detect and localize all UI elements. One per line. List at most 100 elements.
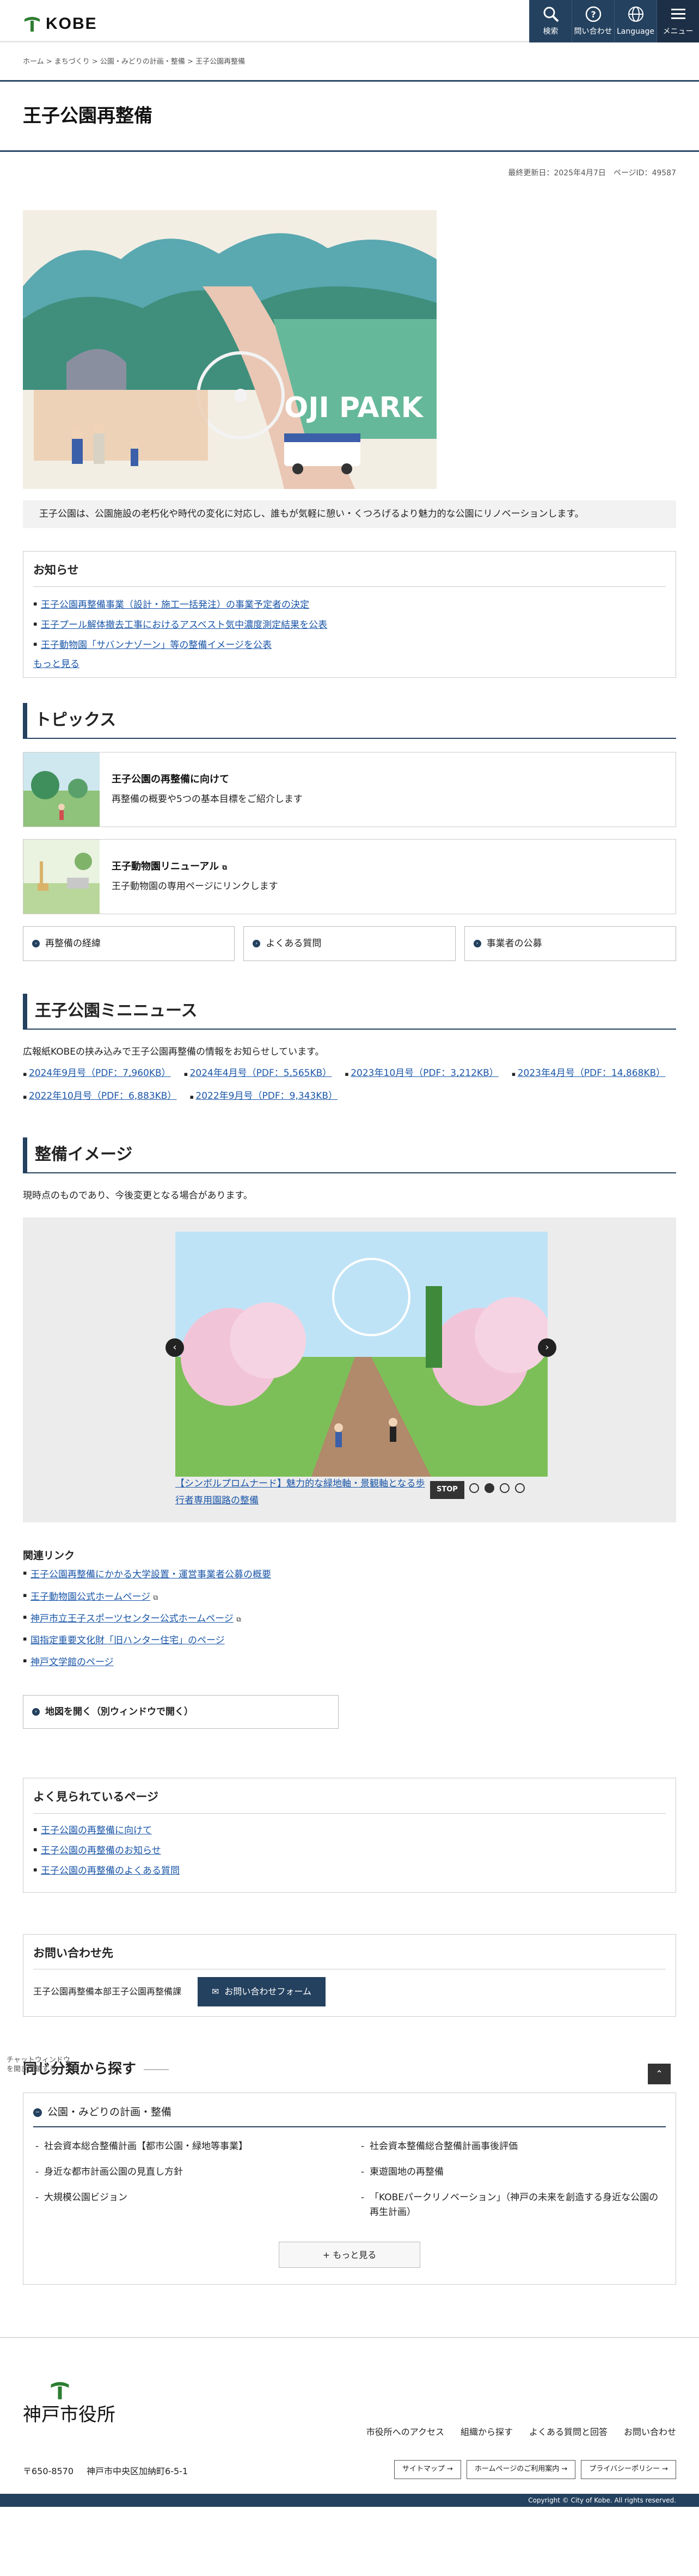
slider-prev-button[interactable]: ‹ (165, 1338, 184, 1357)
hero-caption: 王子公園は、公園施設の老朽化や時代の変化に対応し、誰もが気軽に憩い・くつろげるよ… (23, 500, 676, 528)
faq-label: よくある質問 (266, 938, 322, 949)
popular-heading: よく見られているページ (33, 1788, 666, 1814)
privacy-policy-button[interactable]: プライバシーポリシー → (581, 2460, 676, 2480)
popular-item: 王子公園の再整備のお知らせ (33, 1841, 666, 1862)
external-link-icon: ⧉ (222, 864, 227, 872)
search-icon (543, 7, 559, 22)
slider-dot[interactable] (500, 1483, 510, 1494)
hero-oji-park-text: OJI PARK (284, 391, 424, 424)
category-item[interactable]: 社会資本総合整備計画【都市公園・緑地等事業】 (33, 2134, 340, 2159)
menu-icon (671, 8, 685, 19)
related-link[interactable]: 王子公園再整備にかかる大学設置・運営事業者公募の概要 (30, 1569, 271, 1580)
slider-stop-button[interactable]: STOP (430, 1481, 464, 1499)
footer-nav-contact[interactable]: お問い合わせ (624, 2425, 676, 2439)
postal-code: 〒650-8570 (23, 2466, 74, 2477)
notice-more-link[interactable]: もっと見る (33, 657, 79, 672)
slide-caption[interactable]: 【シンボルプロムナード】魅力的な緑地軸・景観軸となる歩行者専用園路の整備 (175, 1476, 426, 1509)
pdf-link[interactable]: 2024年4月号（PDF：5,565KB） (190, 1068, 332, 1079)
notice-link[interactable]: 王子動物園「サバンナゾーン」等の整備イメージを公表 (41, 640, 272, 651)
footer-address: 〒650-8570 神戸市中央区加納町6-5-1 (23, 2464, 188, 2479)
history-button[interactable]: › 再整備の経緯 (23, 926, 235, 962)
inquiry-button[interactable]: ? 問い合わせ (572, 0, 614, 42)
image-slider: ‹ › 【シンボルプロムナード】魅力的な緑地軸・景観軸となる歩行者専用園路の整備… (23, 1217, 676, 1523)
minus-circle-icon: − (33, 2108, 42, 2117)
pdf-link-item: 2024年9月号（PDF：7,960KB） (23, 1066, 171, 1081)
search-label: 検索 (543, 27, 559, 36)
related-link[interactable]: 王子動物園公式ホームページ (30, 1592, 150, 1602)
usage-guide-button[interactable]: ホームページのご利用案内 → (466, 2460, 576, 2480)
pdf-link[interactable]: 2023年10月号（PDF：3,212KB） (351, 1068, 499, 1079)
notice-title: お知らせ (33, 561, 666, 587)
arrow-dot-icon: › (32, 1708, 40, 1716)
category-item[interactable]: 身近な都市計画公園の見直し方針 (33, 2159, 340, 2185)
footer-nav-faq[interactable]: よくある質問と回答 (529, 2425, 608, 2439)
category-item[interactable]: 東遊園地の再整備 (359, 2159, 666, 2185)
slider-next-button[interactable]: › (538, 1338, 556, 1357)
slide-image[interactable] (175, 1232, 548, 1477)
pdf-link[interactable]: 2022年10月号（PDF：6,883KB） (29, 1091, 177, 1102)
category-box: − 公園・みどりの計画・整備 社会資本総合整備計画【都市公園・緑地等事業】 社会… (23, 2092, 676, 2285)
topic-title: 王子公園の再整備に向けて (112, 774, 229, 786)
footer-logo[interactable]: 神戸市役所 (23, 2381, 115, 2430)
history-label: 再整備の経緯 (45, 938, 101, 949)
page-top-button[interactable]: ⌃ (648, 2064, 671, 2084)
search-button[interactable]: 検索 (529, 0, 572, 42)
pdf-link-item: 2023年10月号（PDF：3,212KB） (345, 1066, 499, 1081)
popular-link[interactable]: 王子公園の再整備のお知らせ (41, 1845, 161, 1856)
slider-dot[interactable] (515, 1483, 525, 1494)
menu-button[interactable]: メニュー (657, 0, 699, 42)
notice-link[interactable]: 王子公園再整備事業（設計・施工一括発注）の事業予定者の決定 (41, 599, 309, 610)
faq-button[interactable]: › よくある質問 (243, 926, 456, 962)
last-updated: 最終更新日：2025年4月7日 ページID：49587 (508, 169, 676, 178)
topic-desc: 王子動物園の専用ページにリンクします (112, 881, 278, 892)
category-item[interactable]: 社会資本整備総合整備計画事後評価 (359, 2134, 666, 2159)
category-head: − 公園・みどりの計画・整備 (33, 2104, 666, 2127)
topic-card-zoo[interactable]: 王子動物園リニューアル ⧉ 王子動物園の専用ページにリンクします (23, 839, 676, 915)
contact-heading: お問い合わせ先 (33, 1944, 666, 1970)
pdf-link[interactable]: 2024年9月号（PDF：7,960KB） (29, 1068, 171, 1079)
mini-news-text: 広報紙KOBEの挟み込みで王子公園再整備の情報をお知らせしています。 (23, 1047, 324, 1058)
pdf-link[interactable]: 2022年9月号（PDF：9,343KB） (195, 1091, 338, 1102)
contact-form-button[interactable]: ✉ お問い合わせフォーム (198, 1977, 326, 2006)
inquiry-label: 問い合わせ (574, 27, 612, 36)
related-item: 神戸市立王子スポーツセンター公式ホームページ ⧉ (23, 1608, 676, 1630)
arrow-dot-icon: › (32, 940, 40, 948)
topic-card-renewal[interactable]: 王子公園の再整備に向けて 再整備の概要や5つの基本目標をご紹介します (23, 752, 676, 828)
footer-buttons: サイトマップ → ホームページのご利用案内 → プライバシーポリシー → (394, 2460, 676, 2480)
category-more-button[interactable]: + もっと見る (279, 2242, 420, 2268)
pdf-link[interactable]: 2023年4月号（PDF：14,868KB） (518, 1068, 666, 1079)
notice-box: お知らせ 王子公園再整備事業（設計・施工一括発注）の事業予定者の決定 王子プール… (23, 550, 676, 678)
images-heading: 整備イメージ (23, 1137, 676, 1173)
footer-nav: 市役所へのアクセス 組織から探す よくある質問と回答 お問い合わせ (366, 2425, 676, 2439)
kobe-mark-icon (24, 17, 40, 32)
logo-text: KOBE (46, 15, 97, 33)
breadcrumb[interactable]: ホーム > まちづくり > 公園・みどりの計画・整備 > 王子公園再整備 (0, 42, 699, 82)
language-label: Language (616, 27, 655, 36)
contact-department: 王子公園再整備本部王子公園再整備課 (33, 1986, 182, 1997)
category-item[interactable]: 大規模公園ビジョン (33, 2185, 340, 2225)
address: 神戸市中央区加納町6-5-1 (87, 2466, 188, 2477)
kobe-logo[interactable]: KOBE (23, 11, 97, 37)
chat-toggle[interactable]: チャットウィンドウ を開き閉鎖する (7, 2056, 70, 2075)
contact-box: お問い合わせ先 王子公園再整備本部王子公園再整備課 ✉ お問い合わせフォーム (23, 1933, 676, 2017)
open-map-button[interactable]: › 地図を開く（別ウィンドウで開く） (23, 1695, 339, 1729)
same-category-heading: 同じ分類から探す (23, 2058, 676, 2081)
slider-dot-active[interactable] (485, 1483, 494, 1494)
related-link[interactable]: 国指定重要文化財「旧ハンター住宅」のページ (30, 1635, 225, 1646)
page-title: 王子公園再整備 (23, 105, 152, 127)
notice-link[interactable]: 王子プール解体撤去工事におけるアスベスト気中濃度測定結果を公表 (41, 620, 327, 631)
slider-dot[interactable] (469, 1483, 479, 1494)
images-note: 現時点のものであり、今後変更となる場合があります。 (23, 1190, 253, 1201)
popular-link[interactable]: 王子公園の再整備のよくある質問 (41, 1865, 180, 1876)
related-item: 王子動物園公式ホームページ ⧉ (23, 1586, 676, 1608)
related-link[interactable]: 神戸市立王子スポーツセンター公式ホームページ (30, 1613, 234, 1624)
language-button[interactable]: Language (614, 0, 657, 42)
related-link[interactable]: 神戸文学館のページ (30, 1657, 114, 1668)
sitemap-button[interactable]: サイトマップ → (394, 2460, 461, 2480)
arrow-dot-icon: › (253, 940, 261, 948)
recruitment-button[interactable]: › 事業者の公募 (464, 926, 676, 962)
footer-nav-access[interactable]: 市役所へのアクセス (366, 2425, 444, 2439)
popular-link[interactable]: 王子公園の再整備に向けて (41, 1825, 152, 1836)
footer-nav-organization[interactable]: 組織から探す (461, 2425, 513, 2439)
category-item[interactable]: 「KOBEパークリノベーション」（神戸の未来を創造する身近な公園の再生計画） (359, 2185, 666, 2225)
